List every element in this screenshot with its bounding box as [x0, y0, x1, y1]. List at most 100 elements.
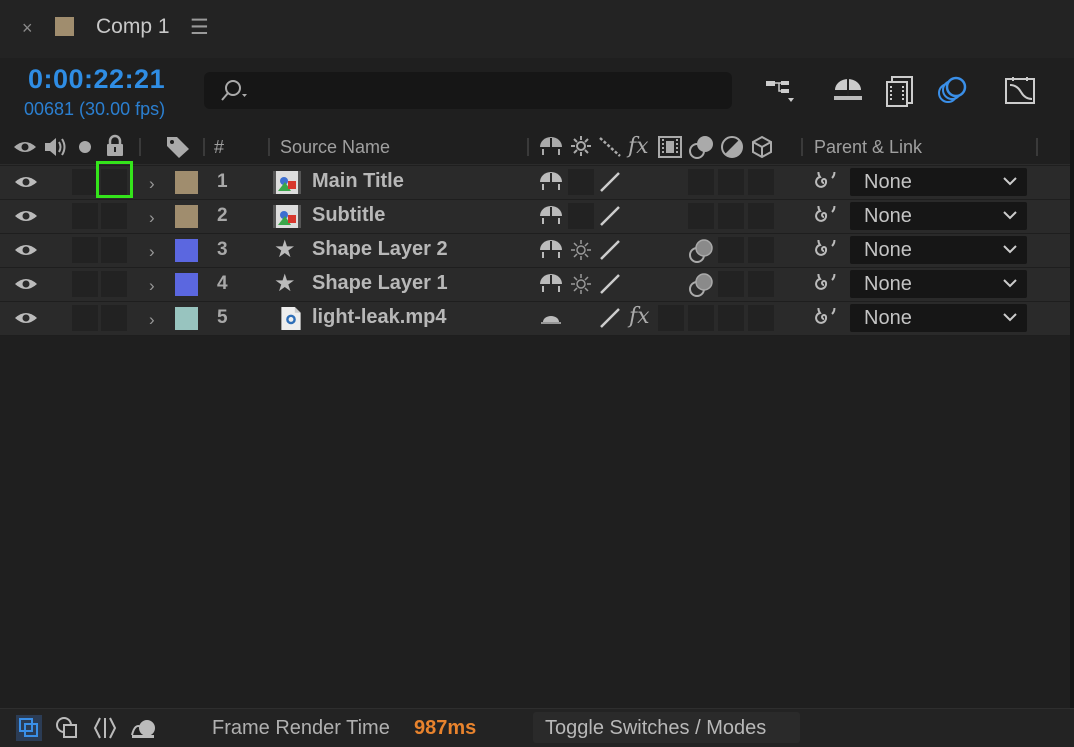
- label-color-swatch[interactable]: [175, 273, 198, 296]
- collapse-switch[interactable]: [568, 203, 594, 229]
- video-eye-icon[interactable]: [14, 242, 38, 258]
- layer-name[interactable]: Shape Layer 2: [312, 238, 448, 261]
- fx-switch-icon[interactable]: fx: [629, 304, 650, 329]
- label-color-swatch[interactable]: [175, 171, 198, 194]
- composition-tab-title[interactable]: Comp 1: [96, 15, 170, 39]
- motion-blur-switch[interactable]: [688, 203, 714, 229]
- lock-switch[interactable]: [101, 305, 127, 331]
- layer-row[interactable]: › 3 ★ Shape Layer 2 None: [0, 234, 1070, 268]
- adjustment-switch[interactable]: [718, 169, 744, 195]
- parent-pickwhip-icon[interactable]: [812, 308, 836, 330]
- 3d-switch[interactable]: [748, 237, 774, 263]
- fx-header-icon[interactable]: fx: [628, 134, 649, 159]
- toggle-switches-modes-button[interactable]: Toggle Switches / Modes: [533, 712, 800, 743]
- motion-blur-header-icon[interactable]: [688, 134, 716, 160]
- parent-pickwhip-icon[interactable]: [812, 206, 836, 228]
- parent-select[interactable]: None: [850, 270, 1027, 298]
- adjustment-switch[interactable]: [718, 305, 744, 331]
- adjustment-switch[interactable]: [718, 271, 744, 297]
- adjustment-switch[interactable]: [718, 203, 744, 229]
- collapse-header-icon[interactable]: [570, 135, 592, 157]
- layer-row[interactable]: › 1 Main Title None: [0, 166, 1070, 200]
- motion-blur-switch-icon[interactable]: [688, 238, 716, 264]
- quality-switch-icon[interactable]: [598, 170, 622, 194]
- shy-header-icon[interactable]: [538, 135, 564, 159]
- source-name-header[interactable]: Source Name: [280, 137, 390, 158]
- frame-blending-header-icon[interactable]: [657, 135, 683, 159]
- parent-pickwhip-icon[interactable]: [812, 274, 836, 296]
- motion-blur-switch-icon[interactable]: [688, 272, 716, 298]
- shy-switch-off-icon[interactable]: [538, 306, 564, 330]
- graph-editor-icon[interactable]: [1003, 74, 1037, 108]
- parent-pickwhip-icon[interactable]: [812, 240, 836, 262]
- parent-select[interactable]: None: [850, 236, 1027, 264]
- frame-blending-switch[interactable]: [658, 305, 684, 331]
- transfer-controls-pane-icon[interactable]: [54, 715, 80, 741]
- motion-blur-icon[interactable]: [935, 74, 969, 108]
- continuous-rasterize-icon[interactable]: [569, 238, 593, 262]
- label-color-swatch[interactable]: [175, 307, 198, 330]
- lock-header-icon[interactable]: [105, 134, 125, 158]
- motion-blur-switch[interactable]: [688, 169, 714, 195]
- adjustment-layer-header-icon[interactable]: [720, 135, 744, 159]
- quality-switch-icon[interactable]: [598, 238, 622, 262]
- shy-switch-icon[interactable]: [538, 238, 564, 262]
- solo-switch[interactable]: [72, 237, 98, 263]
- layer-row[interactable]: › 2 Subtitle None: [0, 200, 1070, 234]
- video-eye-icon[interactable]: [14, 174, 38, 190]
- collapse-switch[interactable]: [568, 169, 594, 195]
- search-input[interactable]: [254, 78, 718, 104]
- expand-chevron-icon[interactable]: ›: [149, 242, 155, 262]
- expand-chevron-icon[interactable]: ›: [149, 208, 155, 228]
- expand-chevron-icon[interactable]: ›: [149, 174, 155, 194]
- label-tag-header-icon[interactable]: [165, 135, 191, 159]
- lock-switch[interactable]: [101, 203, 127, 229]
- layer-name[interactable]: Main Title: [312, 170, 404, 193]
- video-eye-header-icon[interactable]: [13, 139, 37, 155]
- frame-blending-icon[interactable]: [884, 74, 918, 108]
- 3d-layer-header-icon[interactable]: [751, 135, 773, 159]
- panel-menu-icon[interactable]: ☰: [190, 15, 209, 40]
- 3d-switch[interactable]: [748, 305, 774, 331]
- adjustment-switch[interactable]: [718, 237, 744, 263]
- current-time-display[interactable]: 0:00:22:21: [28, 64, 165, 95]
- video-eye-icon[interactable]: [14, 208, 38, 224]
- shy-switch-icon[interactable]: [538, 204, 564, 228]
- expand-chevron-icon[interactable]: ›: [149, 310, 155, 330]
- composition-flowchart-icon[interactable]: [763, 74, 797, 108]
- motion-blur-switch[interactable]: [688, 305, 714, 331]
- shy-switch-icon[interactable]: [538, 272, 564, 296]
- quality-header-icon[interactable]: [598, 136, 622, 158]
- draft-3d-icon[interactable]: [831, 74, 865, 108]
- layer-name[interactable]: light-leak.mp4: [312, 306, 446, 329]
- shy-switch-icon[interactable]: [538, 170, 564, 194]
- tab-close-button[interactable]: ×: [22, 18, 33, 39]
- solo-switch[interactable]: [72, 271, 98, 297]
- parent-select[interactable]: None: [850, 168, 1027, 196]
- 3d-switch[interactable]: [748, 271, 774, 297]
- label-color-swatch[interactable]: [175, 239, 198, 262]
- parent-select[interactable]: None: [850, 304, 1027, 332]
- 3d-switch[interactable]: [748, 169, 774, 195]
- parent-pickwhip-icon[interactable]: [812, 172, 836, 194]
- in-out-duration-pane-icon[interactable]: [92, 715, 118, 741]
- quality-switch-icon[interactable]: [598, 272, 622, 296]
- solo-switch[interactable]: [72, 203, 98, 229]
- layer-row[interactable]: › 5 light-leak.mp4 fx None: [0, 302, 1070, 336]
- video-eye-icon[interactable]: [14, 276, 38, 292]
- quality-switch-icon[interactable]: [598, 204, 622, 228]
- search-icon[interactable]: [218, 78, 254, 104]
- video-eye-icon[interactable]: [14, 310, 38, 326]
- parent-link-header[interactable]: Parent & Link: [814, 137, 922, 158]
- expand-chevron-icon[interactable]: ›: [149, 276, 155, 296]
- label-color-swatch[interactable]: [175, 205, 198, 228]
- 3d-switch[interactable]: [748, 203, 774, 229]
- solo-header-icon[interactable]: [77, 139, 93, 155]
- layer-row[interactable]: › 4 ★ Shape Layer 1 None: [0, 268, 1070, 302]
- parent-select[interactable]: None: [850, 202, 1027, 230]
- solo-switch[interactable]: [72, 169, 98, 195]
- layer-name[interactable]: Shape Layer 1: [312, 272, 448, 295]
- continuous-rasterize-icon[interactable]: [569, 272, 593, 296]
- quality-switch-icon[interactable]: [598, 306, 622, 330]
- layer-name[interactable]: Subtitle: [312, 204, 385, 227]
